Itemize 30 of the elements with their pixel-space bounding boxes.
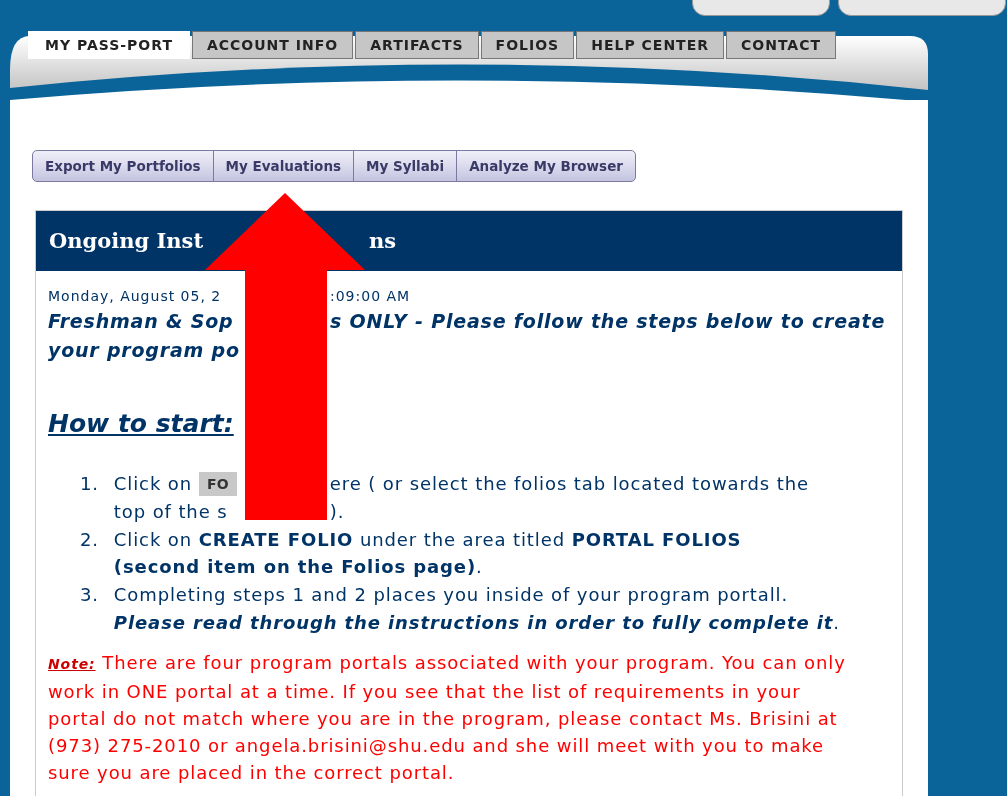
nav-tab[interactable]: FOLIOS [480,31,575,59]
post-date: Monday, August 05, 2 [48,287,223,306]
step-text: top of the s [113,499,228,524]
step-text: Click on [113,472,193,496]
subnav-tab[interactable]: Export My Portfolios [33,151,214,181]
nav-tab[interactable]: CONTACT [726,31,836,59]
subnav-tab[interactable]: Analyze My Browser [457,151,635,181]
nav-tab[interactable]: ARTIFACTS [355,31,479,59]
subnav-tab[interactable]: My Evaluations [213,151,355,181]
section-heading: How to start: [48,408,234,440]
step-text: ere ( or select the folios tab located towards the [329,472,809,496]
step-text: Click on CREATE FOLIO under the area titled PORTAL FOLIOS (second item on the Folios page). [113,527,743,580]
step-text: Completing steps 1 and 2 places you inside of your program portall. [113,583,790,608]
step-emphasis: Please read through the instructions in order to fully complete it. [113,611,841,635]
note-text: Note: There are four program portals associated with your program. You can only work in ONE portal at a time. If you see that the list of requirements in your portal do not match where you are in the program, please contact Ms. Brisini at (973) 275-2010 or angela.brisini@shu.edu and she will meet with you to make sure you are placed in the correct portal. [48,650,847,785]
step-number: 3. [80,583,100,608]
headline-text: your program po [48,338,241,363]
step-number: 1. [80,472,100,496]
nav-tab[interactable]: HELP CENTER [576,31,724,59]
headline-text: s ONLY - Please follow the steps below to create [330,309,886,334]
step-number: 2. [80,527,100,552]
subnav-tab[interactable]: My Syllabi [354,151,458,181]
headline-text: Freshman & Sop [48,309,235,334]
folios-button[interactable]: FO [199,471,238,496]
nav-tab[interactable]: MY PASS-PORT [28,31,190,59]
panel-title: Ongoing Inst [49,227,205,255]
nav-tab[interactable]: ACCOUNT INFO [191,31,354,59]
step-text: ). [329,499,345,524]
panel-title: ns [369,227,397,255]
post-date: :09:00 AM [330,287,411,306]
